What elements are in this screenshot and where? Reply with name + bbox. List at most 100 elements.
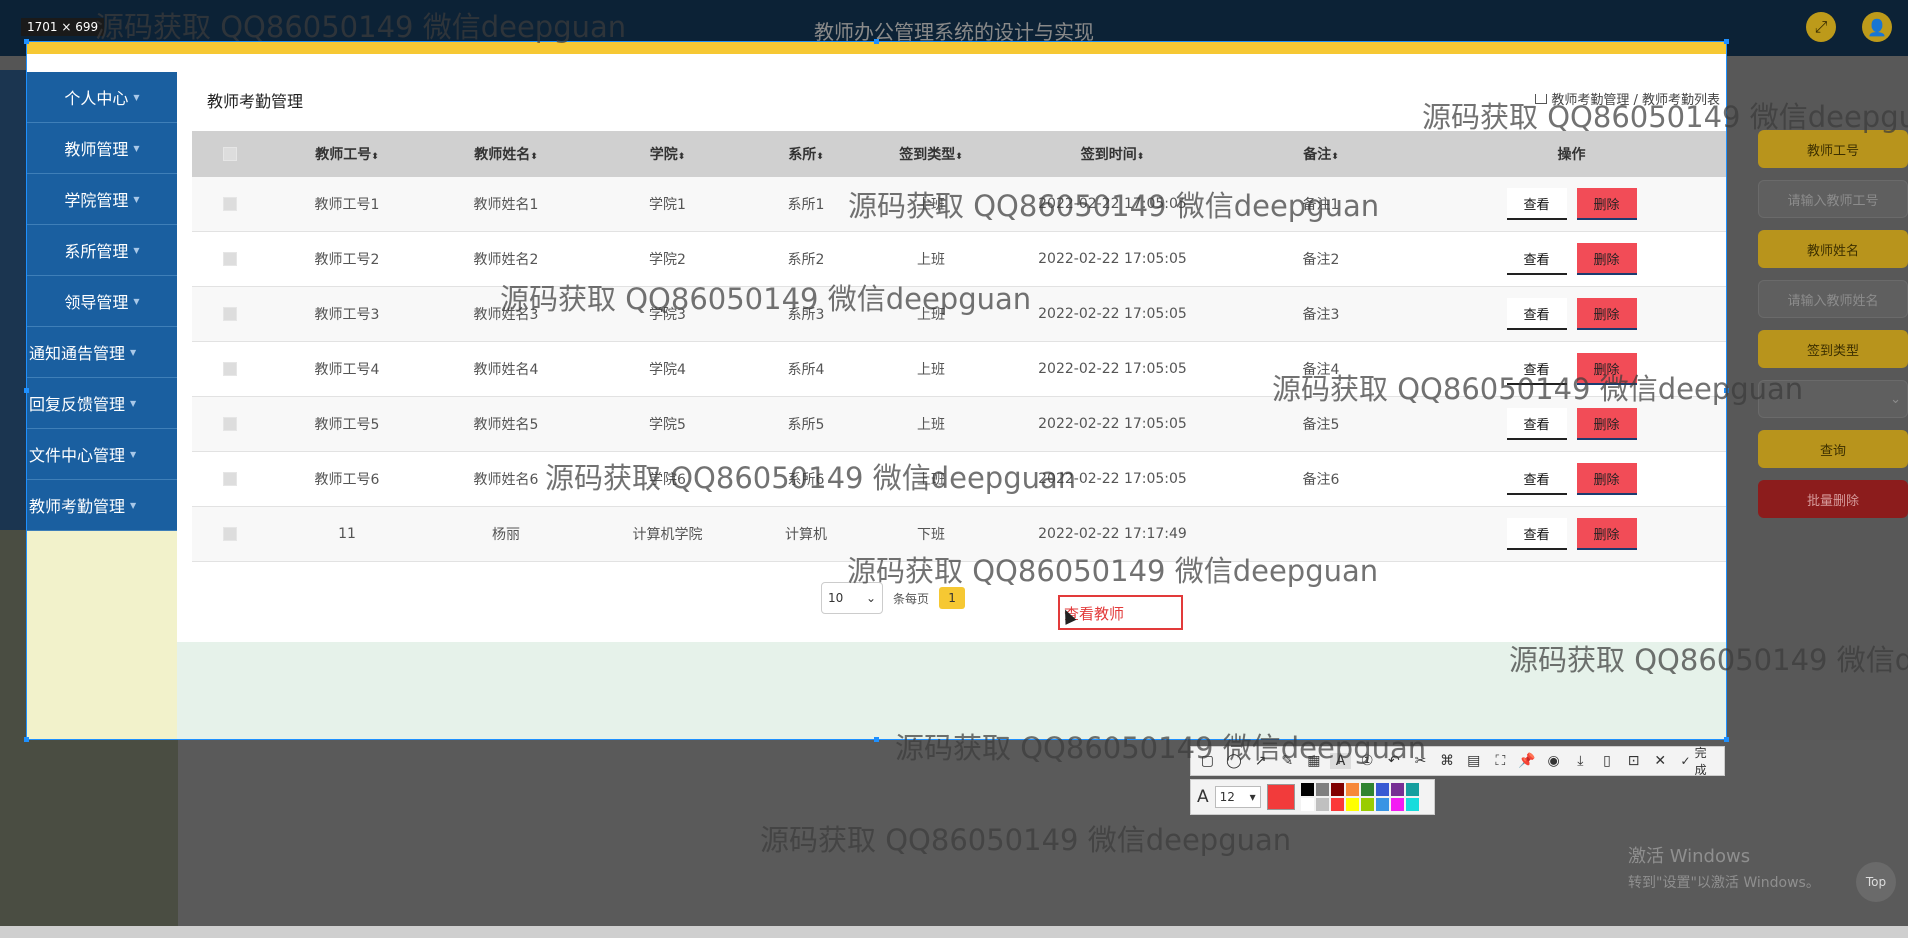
batch-delete-button[interactable]: 批量删除: [1758, 480, 1908, 518]
delete-button[interactable]: 删除: [1576, 353, 1637, 385]
sidebar-item-attendance[interactable]: 教师考勤管理 ▼: [27, 480, 177, 531]
color-swatch[interactable]: [1405, 798, 1419, 811]
delete-button[interactable]: 删除: [1576, 243, 1637, 275]
checkin-type-select[interactable]: ⌄: [1758, 380, 1908, 418]
user-icon[interactable]: 👤: [1862, 12, 1892, 42]
query-button[interactable]: 查询: [1758, 430, 1908, 468]
view-button[interactable]: 查看: [1506, 463, 1567, 495]
font-size-select[interactable]: 12 ▾: [1214, 786, 1261, 808]
header-teacher-name[interactable]: 教师姓名⬍: [427, 144, 585, 164]
translate-icon[interactable]: ⌘: [1437, 753, 1458, 769]
text-annotation[interactable]: 查看教师: [1058, 595, 1183, 630]
sidebar-item-personal-center[interactable]: 个人中心 ▼: [27, 72, 177, 123]
resize-handle[interactable]: [24, 388, 29, 393]
done-button[interactable]: ✓ 完成: [1681, 744, 1718, 778]
back-to-top-button[interactable]: Top: [1856, 862, 1896, 902]
pen-tool-icon[interactable]: ✎: [1277, 753, 1298, 769]
resize-handle[interactable]: [874, 737, 879, 742]
color-swatch[interactable]: [1315, 798, 1329, 811]
header-college[interactable]: 学院⬍: [585, 144, 750, 164]
color-swatch[interactable]: [1360, 783, 1374, 796]
delete-button[interactable]: 删除: [1576, 518, 1637, 550]
row-checkbox[interactable]: [222, 417, 237, 431]
color-swatch[interactable]: [1405, 783, 1419, 796]
teacher-id-input[interactable]: 请输入教师工号: [1758, 180, 1908, 218]
color-swatch[interactable]: [1330, 798, 1344, 811]
sidebar-item-files[interactable]: 文件中心管理 ▼: [27, 429, 177, 480]
select-all-checkbox[interactable]: [222, 147, 237, 161]
scissors-icon[interactable]: ✂: [1410, 753, 1431, 769]
breadcrumb-level1[interactable]: 教师考勤管理: [1551, 93, 1629, 108]
ocr-icon[interactable]: ▤: [1463, 753, 1484, 769]
color-swatch[interactable]: [1330, 783, 1344, 796]
sidebar-item-label: 回复反馈管理: [29, 395, 126, 414]
color-swatch[interactable]: [1375, 798, 1389, 811]
view-button[interactable]: 查看: [1506, 243, 1567, 275]
page-size-select[interactable]: 10 ⌄: [821, 582, 883, 614]
pin-icon[interactable]: 📌: [1517, 753, 1538, 769]
resize-handle[interactable]: [24, 737, 29, 742]
color-swatch[interactable]: [1315, 783, 1329, 796]
row-checkbox[interactable]: [222, 307, 237, 321]
sidebar-item-departments[interactable]: 系所管理 ▼: [27, 225, 177, 276]
delete-button[interactable]: 删除: [1576, 298, 1637, 330]
table-row: 教师工号4 教师姓名4 学院4 系所4 上班 2022-02-22 17:05:05 备注4…: [192, 342, 1726, 397]
color-swatch[interactable]: [1375, 783, 1389, 796]
row-checkbox[interactable]: [222, 472, 237, 486]
resize-handle[interactable]: [874, 39, 879, 44]
header-checkin-time[interactable]: 签到时间⬍: [1000, 144, 1225, 164]
color-swatch[interactable]: [1360, 798, 1374, 811]
color-swatch[interactable]: [1300, 798, 1314, 811]
mosaic-tool-icon[interactable]: ▦: [1304, 753, 1325, 769]
view-button[interactable]: 查看: [1506, 353, 1567, 385]
record-icon[interactable]: ◉: [1543, 753, 1564, 769]
color-swatch[interactable]: [1345, 798, 1359, 811]
delete-button[interactable]: 删除: [1576, 463, 1637, 495]
delete-button[interactable]: 删除: [1576, 188, 1637, 220]
row-checkbox[interactable]: [222, 527, 237, 541]
view-button[interactable]: 查看: [1506, 188, 1567, 220]
page-number-current[interactable]: 1: [939, 587, 966, 609]
undo-icon[interactable]: ↶: [1383, 753, 1404, 769]
view-button[interactable]: 查看: [1506, 408, 1567, 440]
close-icon[interactable]: ✕: [1650, 753, 1671, 769]
row-select-cell: [192, 362, 267, 376]
view-button[interactable]: 查看: [1506, 298, 1567, 330]
sidebar-item-notices[interactable]: 通知通告管理 ▼: [27, 327, 177, 378]
view-button[interactable]: 查看: [1506, 518, 1567, 550]
text-tool-icon[interactable]: A: [1330, 753, 1351, 769]
color-swatch[interactable]: [1300, 783, 1314, 796]
header-note[interactable]: 备注⬍: [1225, 144, 1417, 164]
arrow-tool-icon[interactable]: ↗: [1250, 753, 1271, 769]
resize-handle[interactable]: [24, 39, 29, 44]
sidebar-item-colleges[interactable]: 学院管理 ▼: [27, 174, 177, 225]
color-swatch[interactable]: [1345, 783, 1359, 796]
number-tool-icon[interactable]: ①: [1357, 753, 1378, 769]
color-swatch[interactable]: [1390, 798, 1404, 811]
home-icon[interactable]: [1535, 94, 1548, 104]
scroll-capture-icon[interactable]: ⛶: [1490, 753, 1511, 769]
header-teacher-id[interactable]: 教师工号⬍: [267, 144, 427, 164]
sidebar-item-feedback[interactable]: 回复反馈管理 ▼: [27, 378, 177, 429]
phone-icon[interactable]: ▯: [1597, 753, 1618, 769]
horizontal-scrollbar[interactable]: [0, 926, 1908, 938]
sidebar-item-teachers[interactable]: 教师管理 ▼: [27, 123, 177, 174]
ellipse-tool-icon[interactable]: ◯: [1224, 753, 1245, 769]
rectangle-tool-icon[interactable]: ▢: [1197, 753, 1218, 769]
header-department[interactable]: 系所⬍: [750, 144, 862, 164]
bookmark-icon[interactable]: ⊡: [1623, 753, 1644, 769]
color-swatch[interactable]: [1390, 783, 1404, 796]
download-icon[interactable]: ⤓: [1570, 753, 1591, 769]
row-checkbox[interactable]: [222, 252, 237, 266]
sidebar-item-leaders[interactable]: 领导管理 ▼: [27, 276, 177, 327]
delete-button[interactable]: 删除: [1576, 408, 1637, 440]
resize-handle[interactable]: [1724, 39, 1729, 44]
row-checkbox[interactable]: [222, 197, 237, 211]
header-checkin-type[interactable]: 签到类型⬍: [862, 144, 1000, 164]
resize-handle[interactable]: [1724, 388, 1729, 393]
row-checkbox[interactable]: [222, 362, 237, 376]
teacher-name-input[interactable]: 请输入教师姓名: [1758, 280, 1908, 318]
resize-handle[interactable]: [1724, 737, 1729, 742]
current-color-swatch[interactable]: [1266, 784, 1295, 810]
fullscreen-icon[interactable]: ⤢: [1806, 12, 1836, 42]
